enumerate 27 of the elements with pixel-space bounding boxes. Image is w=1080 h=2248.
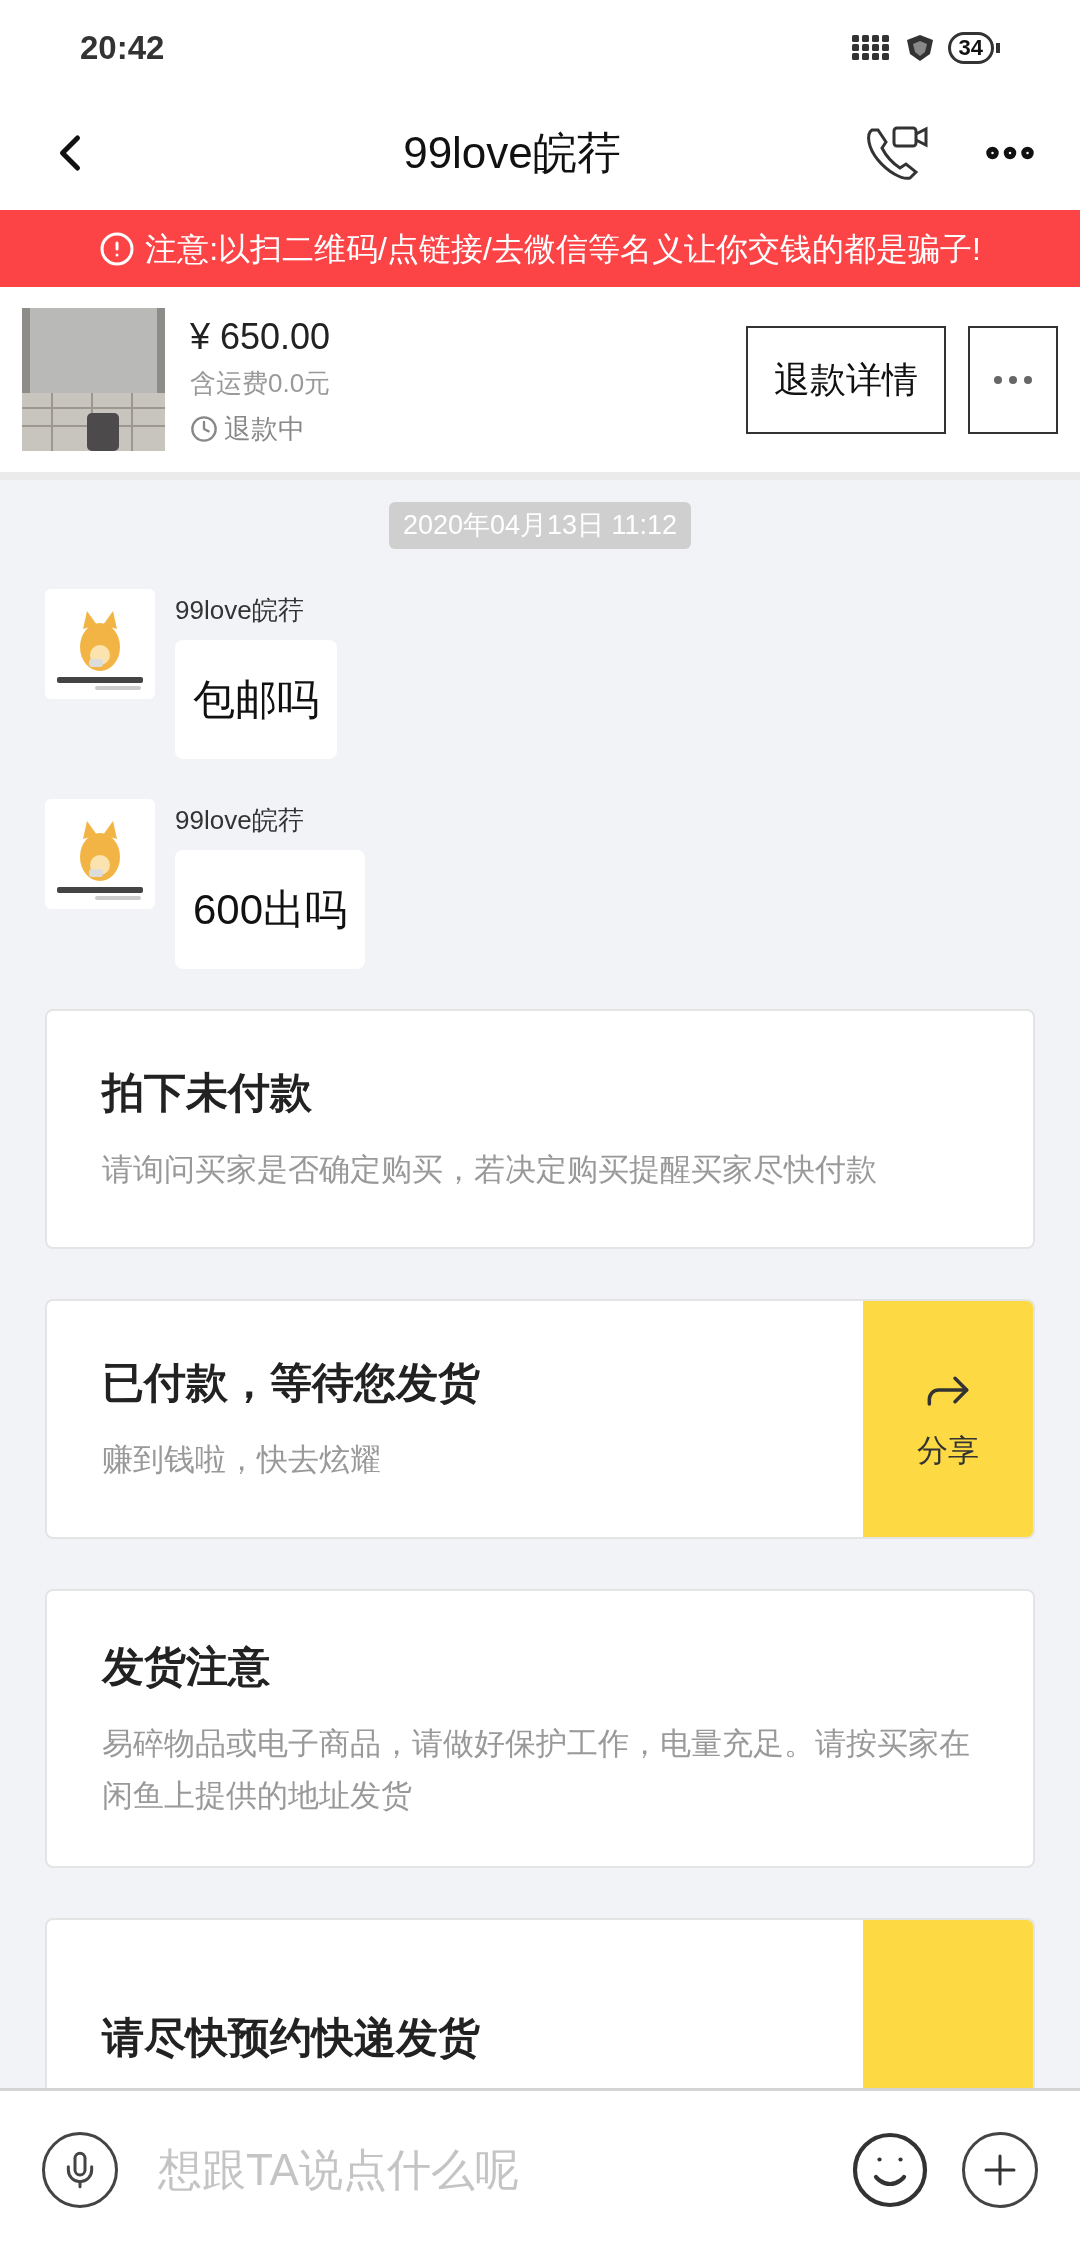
card-description: 赚到钱啦，快去炫耀	[102, 1441, 382, 1479]
message-bubble: 600出吗	[175, 849, 366, 969]
more-icon	[993, 374, 1033, 385]
add-button[interactable]	[962, 2131, 1038, 2208]
alert-icon	[99, 230, 136, 267]
clock-icon	[190, 415, 218, 443]
warning-text: 注意:以扫二维码/点链接/去微信等名义让你交钱的都是骗子!	[145, 229, 981, 269]
shipping-fee: 含运费0.0元	[190, 366, 332, 400]
share-button[interactable]: 分享	[863, 1300, 1033, 1537]
voice-button[interactable]	[42, 2131, 118, 2208]
more-button[interactable]	[968, 325, 1058, 434]
battery-indicator: 34	[947, 31, 1000, 64]
price: ¥ 650.00	[190, 314, 332, 359]
refund-details-button[interactable]: 退款详情	[746, 325, 946, 434]
card-description: 易碎物品或电子商品，请做好保护工作，电量充足。请按买家在闲鱼上提供的地址发货	[102, 1724, 971, 1815]
order-status: 退款中	[224, 412, 305, 446]
message-bubble: 包邮吗	[175, 639, 337, 759]
card-description: 请询问买家是否确定购买，若决定购买提醒买家尽快付款	[102, 1151, 878, 1189]
sender-name: 99love皖荇	[175, 803, 305, 837]
signal-icon	[851, 34, 892, 61]
card-title: 已付款，等待您发货	[102, 1358, 481, 1408]
status-time: 20:42	[80, 27, 165, 68]
card-title: 拍下未付款	[102, 1068, 313, 1118]
card-title: 发货注意	[102, 1641, 271, 1692]
sender-name: 99love皖荇	[175, 593, 305, 627]
chat-title: 99love皖荇	[402, 126, 622, 179]
card-title: 请尽快预约快递发货	[102, 2013, 481, 2063]
